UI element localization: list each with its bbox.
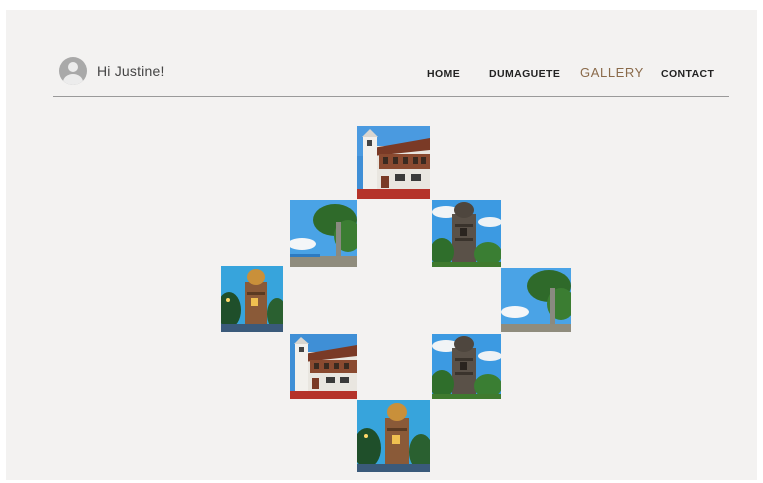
- avatar-head: [68, 62, 78, 72]
- gallery-photo-4[interactable]: [221, 266, 283, 332]
- gallery-photo-2[interactable]: [290, 200, 357, 267]
- gallery-photo-5[interactable]: [501, 268, 571, 332]
- avatar-shoulders: [63, 74, 83, 85]
- nav-home[interactable]: HOME: [427, 68, 460, 80]
- nav-gallery[interactable]: GALLERY: [580, 65, 644, 80]
- gallery-photo-3[interactable]: [432, 200, 501, 267]
- gallery-photo-1[interactable]: [357, 126, 430, 199]
- greeting-text: Hi Justine!: [97, 63, 165, 79]
- gallery-photo-8[interactable]: [357, 400, 430, 472]
- gallery-photo-6[interactable]: [290, 334, 357, 399]
- nav-dumaguete[interactable]: DUMAGUETE: [489, 68, 560, 80]
- nav-contact[interactable]: CONTACT: [661, 68, 714, 80]
- user-avatar-icon[interactable]: [59, 57, 87, 85]
- header-divider: [53, 96, 729, 97]
- gallery-photo-7[interactable]: [432, 334, 501, 399]
